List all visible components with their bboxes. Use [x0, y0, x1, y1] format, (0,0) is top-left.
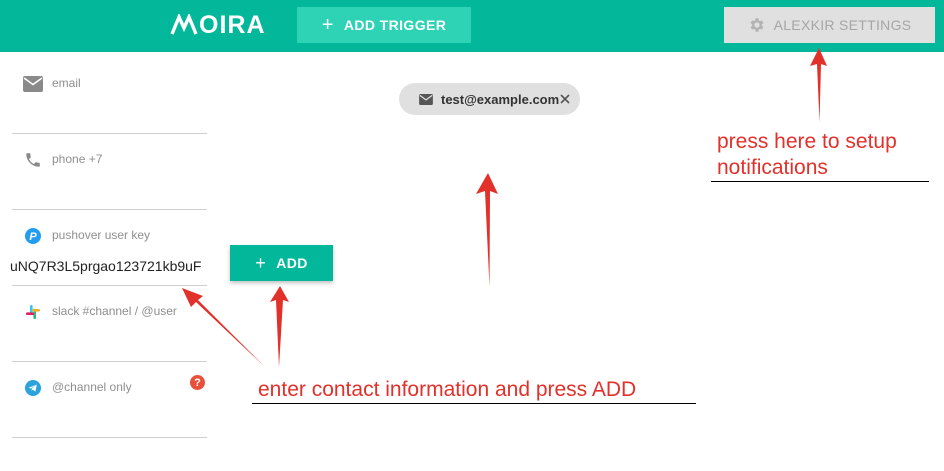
plus-icon: +	[321, 14, 334, 36]
plus-icon: +	[255, 253, 267, 273]
moira-logo[interactable]: OIRA	[170, 10, 266, 40]
email-field-label: email	[52, 76, 81, 90]
telegram-icon	[22, 377, 44, 399]
add-contact-button[interactable]: + ADD	[230, 245, 333, 281]
email-input[interactable]	[0, 104, 217, 124]
gear-icon	[750, 18, 764, 32]
phone-icon	[22, 149, 44, 171]
pushover-icon: P	[22, 225, 44, 247]
arrow-to-chip	[476, 173, 498, 287]
phone-field[interactable]: phone +7	[0, 133, 217, 210]
mail-icon	[22, 73, 44, 95]
add-annotation: enter contact information and press ADD	[258, 378, 637, 401]
slack-input[interactable]	[0, 332, 217, 352]
email-field[interactable]: email	[0, 57, 217, 134]
arrow-to-settings	[810, 48, 827, 122]
svg-text:P: P	[29, 231, 37, 243]
arrow-to-add-button	[270, 286, 289, 367]
settings-label: ALEXKIR SETTINGS	[773, 17, 912, 33]
pushover-input[interactable]	[0, 256, 217, 276]
telegram-field[interactable]: @channel only ?	[0, 361, 217, 438]
app-header: OIRA + ADD TRIGGER ALEXKIR SETTINGS	[0, 0, 944, 52]
close-icon[interactable]	[556, 90, 574, 108]
pushover-field-label: pushover user key	[52, 228, 151, 242]
slack-field-label: slack #channel / @user	[52, 304, 177, 318]
contact-chip-text: test@example.com	[441, 91, 560, 107]
mail-icon	[419, 93, 433, 105]
slack-field[interactable]: slack #channel / @user	[0, 285, 217, 362]
slack-icon	[22, 301, 44, 323]
add-trigger-button[interactable]: + ADD TRIGGER	[297, 7, 471, 43]
settings-button[interactable]: ALEXKIR SETTINGS	[724, 7, 935, 43]
settings-annotation-underline	[711, 181, 929, 182]
add-annotation-underline	[252, 403, 696, 404]
logo-text: OIRA	[199, 10, 266, 39]
help-icon[interactable]: ?	[190, 375, 205, 390]
settings-annotation: press here to setup notifications	[717, 130, 897, 179]
logo-m-mark	[170, 14, 198, 35]
phone-field-label: phone +7	[52, 152, 103, 166]
telegram-field-label: @channel only	[52, 380, 132, 394]
contact-chip[interactable]: test@example.com	[399, 83, 580, 115]
telegram-input[interactable]	[0, 408, 217, 428]
add-trigger-label: ADD TRIGGER	[343, 17, 447, 33]
add-contact-label: ADD	[276, 255, 308, 271]
phone-input[interactable]	[0, 180, 217, 200]
pushover-field[interactable]: P pushover user key	[0, 209, 217, 286]
